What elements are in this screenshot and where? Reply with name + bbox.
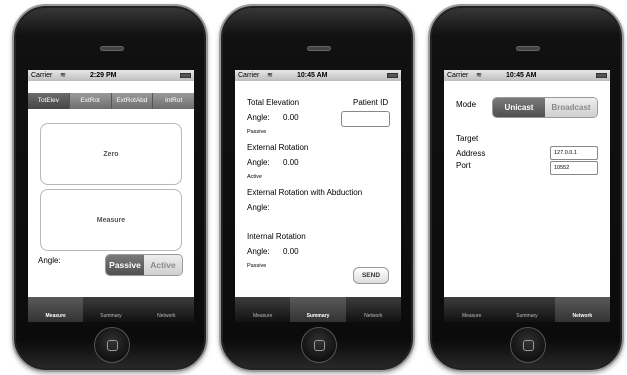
status-time: 10:45 AM bbox=[506, 72, 537, 79]
wifi-icon: ≋ bbox=[476, 72, 482, 79]
er-angle-label: Angle: bbox=[247, 158, 270, 167]
measure-button[interactable]: Measure bbox=[40, 189, 182, 251]
mode-segmented-control: Unicast Broadcast bbox=[492, 97, 598, 118]
carrier-label: Carrier bbox=[238, 72, 260, 79]
tab-bar: Measure Summary Network bbox=[28, 297, 194, 322]
network-screen: Carrier ≋ 10:45 AM Mode Unicast Broadcas… bbox=[444, 70, 610, 322]
er-mode: Active bbox=[247, 174, 262, 180]
tab-network[interactable]: Network bbox=[554, 297, 610, 322]
ir-angle-value: 0.00 bbox=[283, 247, 299, 256]
home-button[interactable] bbox=[510, 327, 546, 363]
home-square-icon bbox=[523, 340, 534, 351]
tab-measure[interactable]: Measure bbox=[235, 297, 290, 322]
home-button[interactable] bbox=[94, 327, 130, 363]
segment-introt[interactable]: IntRot bbox=[153, 93, 194, 109]
te-angle-label: Angle: bbox=[247, 113, 270, 122]
ir-angle-label: Angle: bbox=[247, 247, 270, 256]
phone-summary: Carrier ≋ 10:45 AM Total Elevation Patie… bbox=[219, 4, 415, 372]
patient-id-label: Patient ID bbox=[353, 98, 389, 107]
angle-label: Angle: bbox=[38, 256, 61, 265]
tab-network[interactable]: Network bbox=[139, 297, 194, 322]
summary-screen: Carrier ≋ 10:45 AM Total Elevation Patie… bbox=[235, 70, 401, 322]
segment-extrotabd[interactable]: ExtRotAbd bbox=[112, 93, 154, 109]
status-bar: Carrier ≋ 2:29 PM bbox=[28, 70, 194, 81]
send-button[interactable]: SEND bbox=[353, 267, 389, 284]
home-button[interactable] bbox=[301, 327, 337, 363]
tab-summary[interactable]: Summary bbox=[83, 297, 138, 322]
passive-active-segmented-control: Passive Active bbox=[105, 254, 183, 276]
tab-summary[interactable]: Summary bbox=[499, 297, 554, 322]
wifi-icon: ≋ bbox=[60, 72, 66, 79]
status-time: 2:29 PM bbox=[90, 72, 117, 79]
segment-totelev[interactable]: TotElev bbox=[28, 93, 70, 109]
carrier-label: Carrier bbox=[31, 72, 53, 79]
port-field[interactable]: 10552 bbox=[550, 161, 598, 175]
phone-measure: Carrier ≋ 2:29 PM TotElev ExtRot ExtRotA… bbox=[12, 4, 208, 372]
active-segment[interactable]: Active bbox=[144, 255, 182, 275]
ir-mode: Passive bbox=[247, 263, 267, 269]
measure-screen: Carrier ≋ 2:29 PM TotElev ExtRot ExtRotA… bbox=[28, 70, 194, 322]
speaker-grille bbox=[516, 46, 540, 51]
target-label: Target bbox=[456, 134, 479, 143]
broadcast-segment[interactable]: Broadcast bbox=[545, 98, 597, 117]
home-square-icon bbox=[107, 340, 118, 351]
status-bar: Carrier ≋ 10:45 AM bbox=[444, 70, 610, 81]
external-rotation-heading: External Rotation bbox=[247, 143, 309, 152]
er-abduction-heading: External Rotation with Abduction bbox=[247, 188, 363, 197]
mode-label: Mode bbox=[456, 100, 477, 109]
speaker-grille bbox=[100, 46, 124, 51]
te-mode: Passive bbox=[247, 129, 267, 135]
measurement-type-segmented-control: TotElev ExtRot ExtRotAbd IntRot bbox=[28, 93, 194, 109]
segment-extrot[interactable]: ExtRot bbox=[70, 93, 112, 109]
address-field[interactable]: 127.0.0.1 bbox=[550, 146, 598, 160]
te-angle-value: 0.00 bbox=[283, 113, 299, 122]
tab-bar: Measure Summary Network bbox=[235, 297, 401, 322]
internal-rotation-heading: Internal Rotation bbox=[247, 232, 306, 241]
address-label: Address bbox=[456, 149, 486, 158]
zero-button[interactable]: Zero bbox=[40, 123, 182, 185]
tab-measure[interactable]: Measure bbox=[28, 297, 84, 322]
passive-segment[interactable]: Passive bbox=[106, 255, 144, 275]
status-bar: Carrier ≋ 10:45 AM bbox=[235, 70, 401, 81]
tab-measure[interactable]: Measure bbox=[444, 297, 499, 322]
unicast-segment[interactable]: Unicast bbox=[493, 98, 545, 117]
patient-id-input[interactable] bbox=[341, 111, 390, 127]
battery-icon bbox=[596, 73, 607, 78]
tab-network[interactable]: Network bbox=[346, 297, 401, 322]
er-angle-value: 0.00 bbox=[283, 158, 299, 167]
carrier-label: Carrier bbox=[447, 72, 469, 79]
battery-icon bbox=[180, 73, 191, 78]
tab-summary[interactable]: Summary bbox=[290, 297, 346, 322]
tab-bar: Measure Summary Network bbox=[444, 297, 610, 322]
port-label: Port bbox=[456, 161, 471, 170]
speaker-grille bbox=[307, 46, 331, 51]
wifi-icon: ≋ bbox=[267, 72, 273, 79]
status-time: 10:45 AM bbox=[297, 72, 328, 79]
phone-network: Carrier ≋ 10:45 AM Mode Unicast Broadcas… bbox=[428, 4, 624, 372]
battery-icon bbox=[387, 73, 398, 78]
home-square-icon bbox=[314, 340, 325, 351]
total-elevation-heading: Total Elevation bbox=[247, 98, 300, 107]
era-angle-label: Angle: bbox=[247, 203, 270, 212]
